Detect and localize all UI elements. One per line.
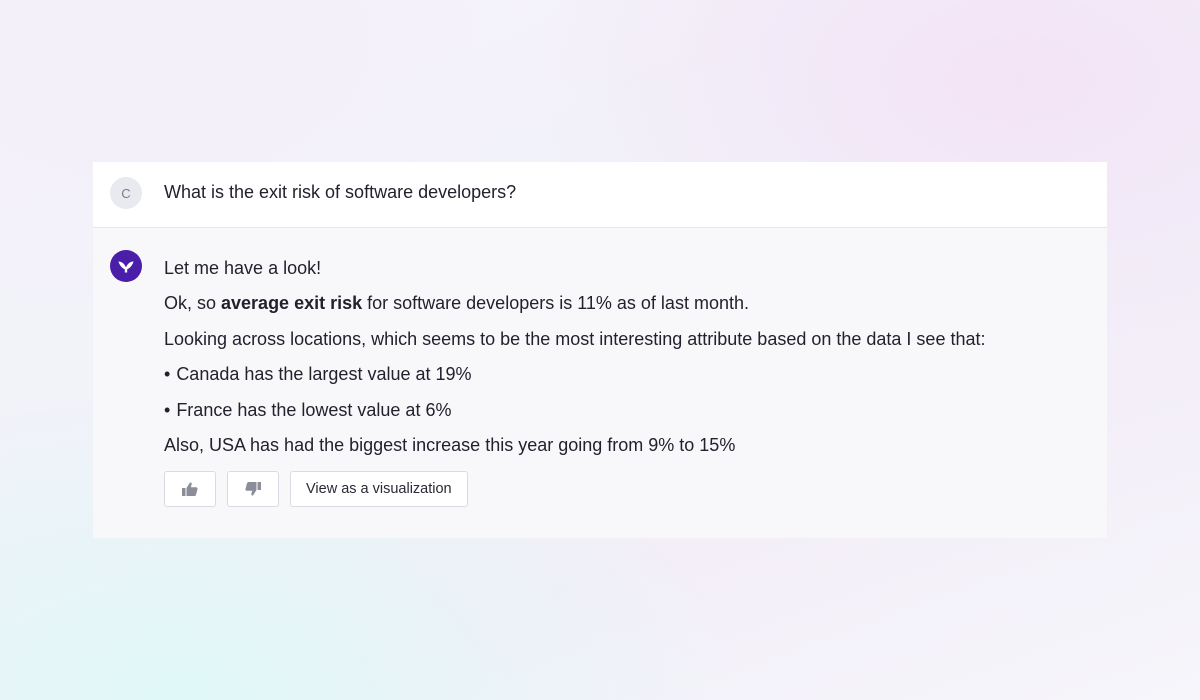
brand-logo-icon xyxy=(118,261,134,273)
assistant-message: Let me have a look! Ok, so average exit … xyxy=(164,257,985,469)
thumbs-down-button[interactable] xyxy=(227,471,279,507)
user-question: What is the exit risk of software develo… xyxy=(164,182,517,202)
feedback-actions: View as a visualization xyxy=(164,471,468,507)
list-item: • France has the lowest value at 6% xyxy=(164,399,985,434)
chat-card: C What is the exit risk of software deve… xyxy=(93,162,1107,538)
user-avatar-initial: C xyxy=(121,185,131,201)
assistant-message-row: Let me have a look! Ok, so average exit … xyxy=(93,228,1107,538)
message-conclusion: Also, USA has had the biggest increase t… xyxy=(164,434,736,455)
bullet-text: France has the lowest value at 6% xyxy=(176,399,452,420)
view-visualization-button[interactable]: View as a visualization xyxy=(290,471,468,507)
summary-prefix: Ok, so xyxy=(164,293,222,314)
user-avatar: C xyxy=(110,177,142,209)
assistant-avatar xyxy=(110,250,142,282)
user-message-row: C What is the exit risk of software deve… xyxy=(93,162,1107,228)
summary-suffix: for software developers is 11% as of las… xyxy=(362,293,749,314)
list-item: • Canada has the largest value at 19% xyxy=(164,363,985,398)
bullet-marker: • xyxy=(164,364,171,385)
thumbs-down-icon xyxy=(245,482,261,496)
summary-highlight: average exit risk xyxy=(221,293,363,314)
bullet-text: Canada has the largest value at 19% xyxy=(176,364,472,385)
message-intro: Let me have a look! xyxy=(164,258,322,278)
bullet-marker: • xyxy=(164,399,171,420)
thumbs-up-button[interactable] xyxy=(164,471,216,507)
message-context: Looking across locations, which seems to… xyxy=(164,328,986,349)
message-summary: Ok, so average exit risk for software de… xyxy=(164,292,985,327)
thumbs-up-icon xyxy=(182,482,198,496)
